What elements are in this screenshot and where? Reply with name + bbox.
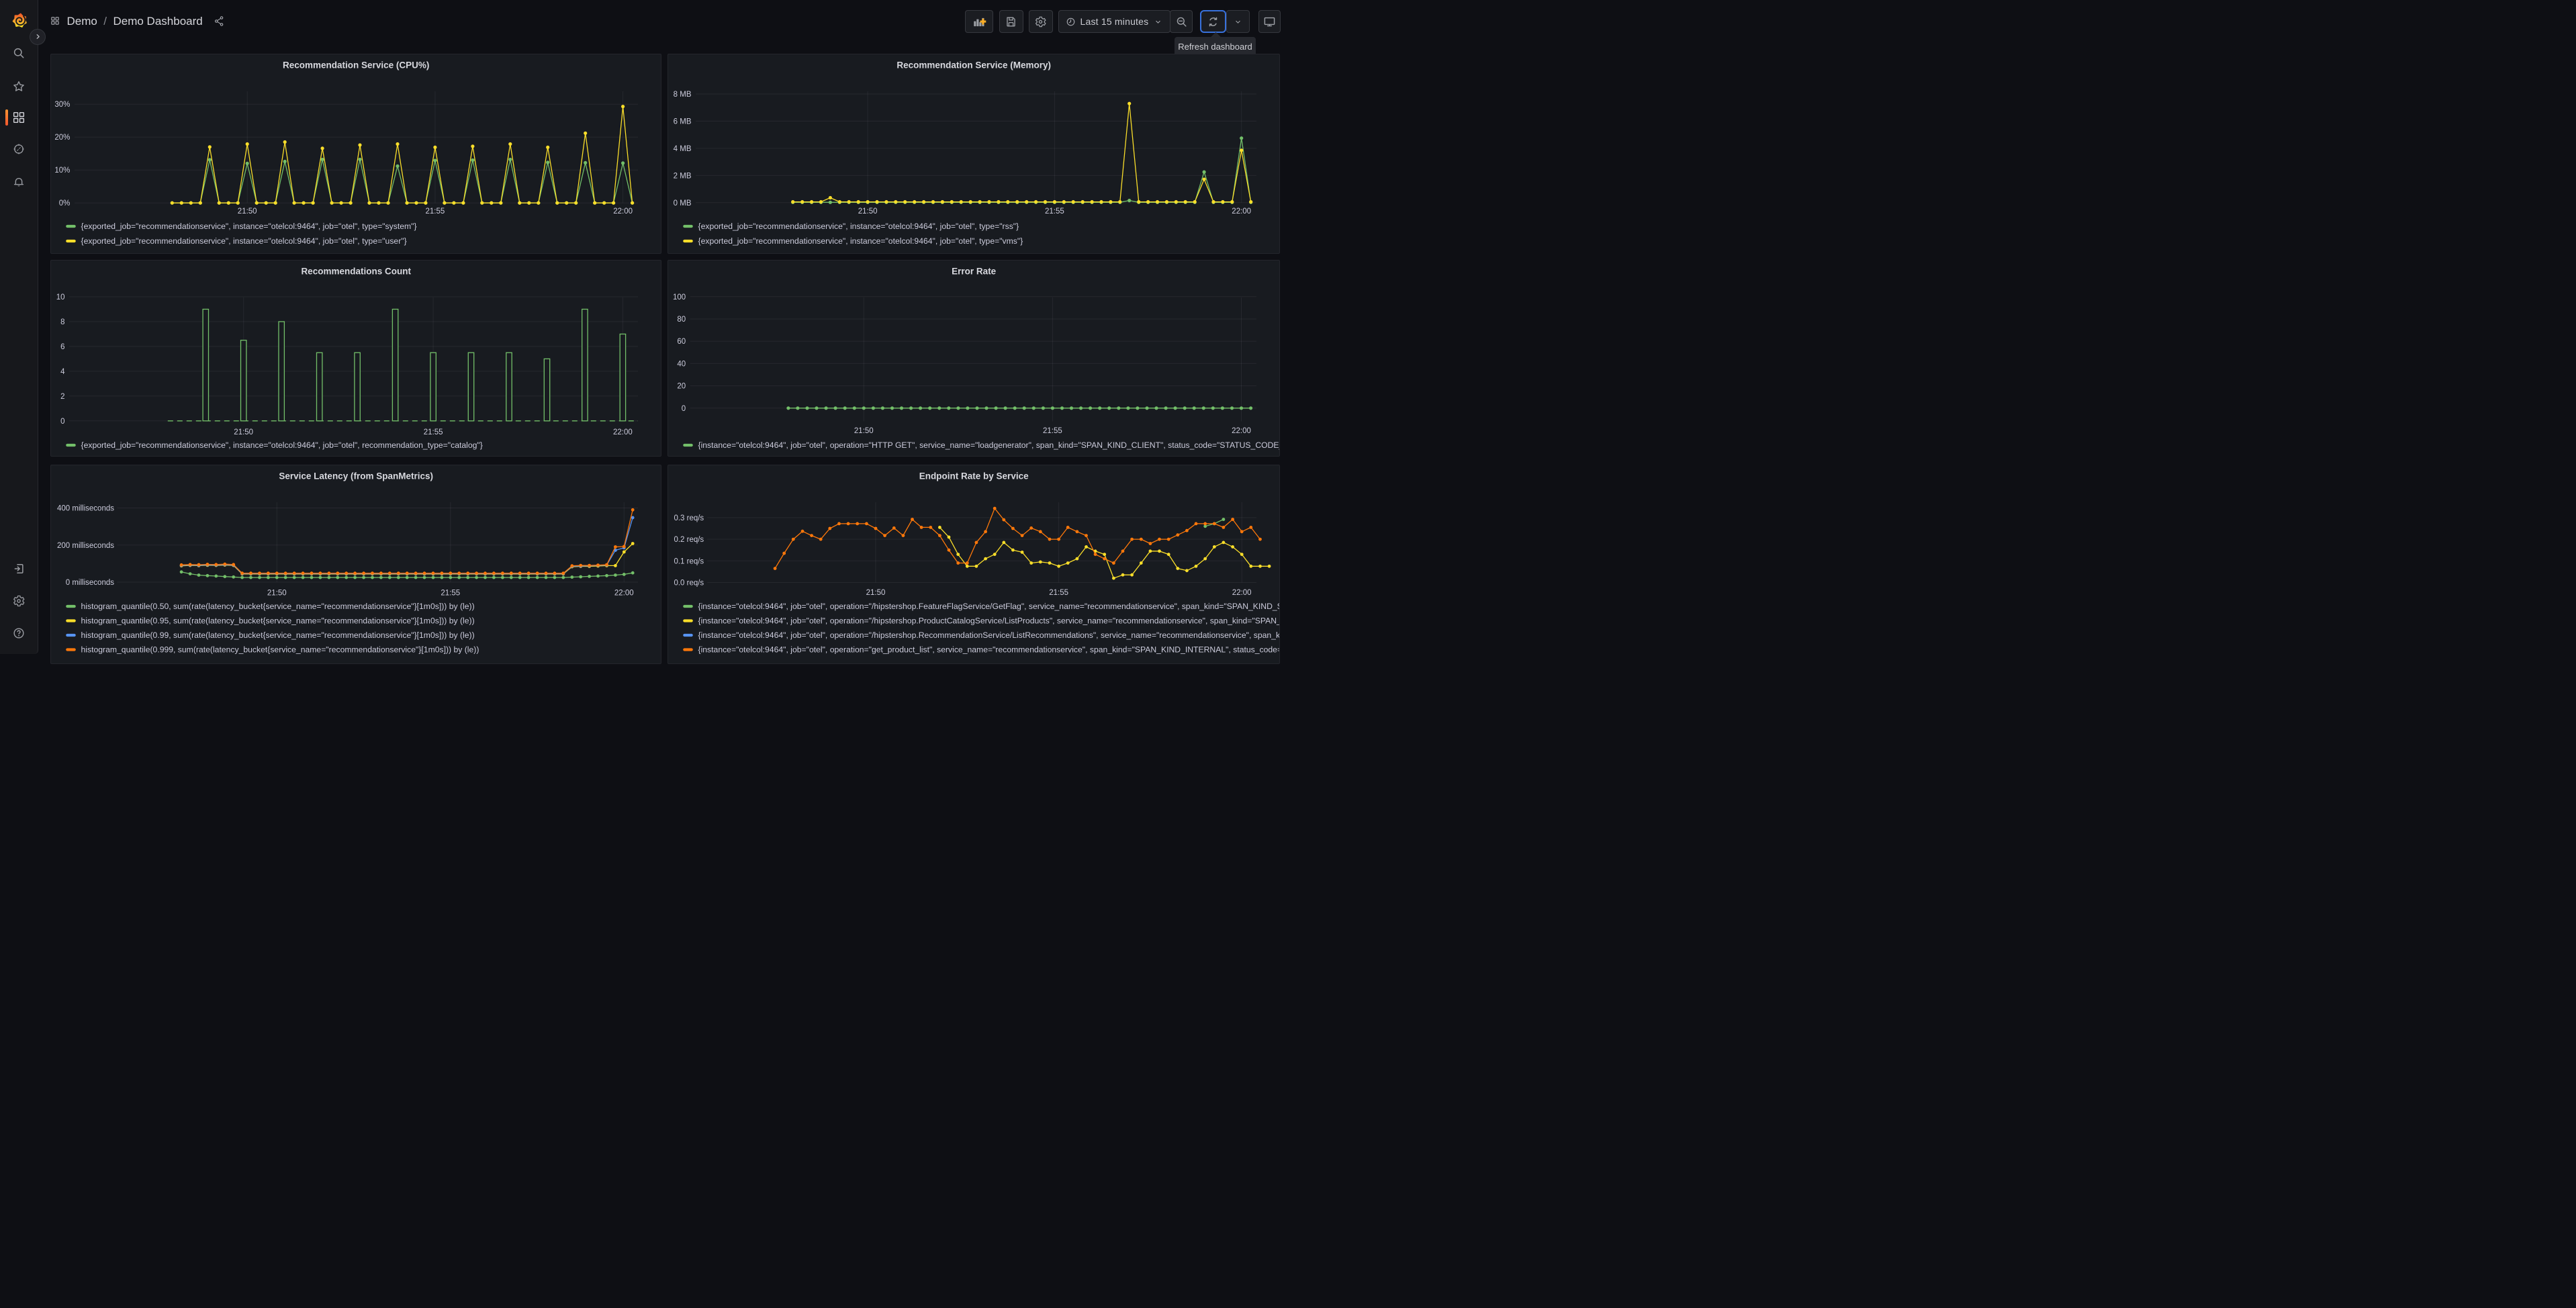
svg-text:60: 60 — [677, 338, 686, 346]
svg-text:22:00: 22:00 — [613, 428, 633, 436]
svg-text:{instance="otelcol:9464", job=: {instance="otelcol:9464", job="otel", op… — [698, 440, 1280, 450]
svg-text:histogram_quantile(0.999, sum(: histogram_quantile(0.999, sum(rate(laten… — [81, 645, 479, 654]
svg-text:0.1 req/s: 0.1 req/s — [674, 557, 704, 565]
svg-text:20%: 20% — [54, 134, 70, 142]
svg-text:0.2 req/s: 0.2 req/s — [674, 536, 704, 544]
svg-text:{instance="otelcol:9464", job=: {instance="otelcol:9464", job="otel", op… — [698, 602, 1280, 611]
svg-text:10: 10 — [56, 293, 64, 301]
svg-text:21:50: 21:50 — [866, 588, 885, 596]
svg-text:22:00: 22:00 — [614, 589, 633, 597]
svg-text:Recommendation Service (CPU%): Recommendation Service (CPU%) — [283, 60, 429, 70]
svg-text:0.3 req/s: 0.3 req/s — [674, 514, 704, 522]
svg-text:21:55: 21:55 — [441, 589, 460, 597]
svg-text:6: 6 — [60, 342, 64, 351]
svg-text:22:00: 22:00 — [1232, 207, 1251, 216]
svg-text:22:00: 22:00 — [1232, 588, 1251, 596]
svg-text:0 MB: 0 MB — [673, 199, 691, 207]
svg-text:22:00: 22:00 — [613, 207, 633, 216]
svg-text:2: 2 — [60, 392, 64, 400]
svg-text:20: 20 — [677, 382, 686, 390]
svg-text:0 milliseconds: 0 milliseconds — [65, 579, 113, 587]
svg-text:Service Latency (from SpanMetr: Service Latency (from SpanMetrics) — [279, 471, 433, 481]
svg-text:{instance="otelcol:9464", job=: {instance="otelcol:9464", job="otel", op… — [698, 616, 1280, 625]
svg-text:80: 80 — [677, 316, 686, 324]
svg-text:21:50: 21:50 — [854, 426, 873, 434]
svg-text:21:55: 21:55 — [423, 428, 443, 436]
svg-text:Error Rate: Error Rate — [952, 266, 997, 276]
svg-text:2 MB: 2 MB — [673, 172, 691, 180]
svg-text:{instance="otelcol:9464", job=: {instance="otelcol:9464", job="otel", op… — [698, 630, 1280, 640]
svg-text:21:55: 21:55 — [1045, 207, 1064, 216]
svg-text:{instance="otelcol:9464", job=: {instance="otelcol:9464", job="otel", op… — [698, 645, 1280, 654]
svg-text:21:50: 21:50 — [234, 428, 253, 436]
svg-text:{exported_job="recommendations: {exported_job="recommendationservice", i… — [81, 236, 406, 246]
svg-text:Recommendation Service (Memory: Recommendation Service (Memory) — [896, 60, 1051, 70]
svg-text:6 MB: 6 MB — [673, 118, 691, 126]
svg-text:{exported_job="recommendations: {exported_job="recommendationservice", i… — [698, 222, 1019, 231]
svg-text:Recommendations Count: Recommendations Count — [301, 266, 411, 276]
svg-text:{exported_job="recommendations: {exported_job="recommendationservice", i… — [81, 440, 482, 450]
svg-text:histogram_quantile(0.50, sum(r: histogram_quantile(0.50, sum(rate(latenc… — [81, 602, 474, 611]
svg-text:100: 100 — [673, 293, 686, 301]
svg-text:400 milliseconds: 400 milliseconds — [56, 504, 113, 512]
svg-text:21:50: 21:50 — [267, 589, 286, 597]
svg-text:{exported_job="recommendations: {exported_job="recommendationservice", i… — [81, 222, 416, 231]
svg-text:0.0 req/s: 0.0 req/s — [674, 579, 704, 587]
svg-text:0: 0 — [60, 417, 64, 425]
svg-text:histogram_quantile(0.99, sum(r: histogram_quantile(0.99, sum(rate(latenc… — [81, 630, 474, 640]
svg-text:Endpoint Rate by Service: Endpoint Rate by Service — [919, 471, 1028, 481]
svg-text:21:55: 21:55 — [1049, 588, 1068, 596]
svg-text:histogram_quantile(0.95, sum(r: histogram_quantile(0.95, sum(rate(latenc… — [81, 616, 474, 625]
svg-text:8: 8 — [60, 318, 64, 326]
svg-text:21:50: 21:50 — [237, 207, 257, 216]
svg-text:0%: 0% — [58, 199, 70, 207]
svg-text:40: 40 — [677, 360, 686, 368]
svg-text:4: 4 — [60, 367, 65, 375]
svg-text:200 milliseconds: 200 milliseconds — [56, 541, 113, 549]
svg-text:30%: 30% — [54, 101, 70, 109]
svg-text:0: 0 — [681, 404, 685, 412]
svg-text:21:55: 21:55 — [425, 207, 445, 216]
svg-text:21:55: 21:55 — [1043, 426, 1062, 434]
svg-text:22:00: 22:00 — [1232, 426, 1251, 434]
svg-text:4 MB: 4 MB — [673, 144, 691, 152]
svg-text:21:50: 21:50 — [858, 207, 877, 216]
svg-text:8 MB: 8 MB — [673, 91, 691, 99]
svg-text:{exported_job="recommendations: {exported_job="recommendationservice", i… — [698, 236, 1023, 246]
svg-text:10%: 10% — [54, 167, 70, 175]
